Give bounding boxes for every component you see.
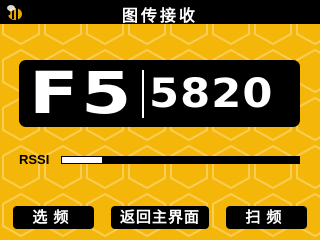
channel-readout: F5 xyxy=(29,59,134,127)
rssi-label: RSSI xyxy=(19,152,50,167)
select-channel-button[interactable]: 选频 xyxy=(13,206,94,229)
receiver-screen: 图传接收 F5 5820 RSSI 选频 返回主界面 扫频 xyxy=(0,0,320,240)
page-title: 图传接收 xyxy=(121,6,198,25)
scan-button[interactable]: 扫频 xyxy=(226,206,307,229)
return-home-button[interactable]: 返回主界面 xyxy=(111,206,209,229)
rssi-level xyxy=(62,157,102,163)
frequency-display: F5 5820 xyxy=(19,60,300,127)
readout-divider xyxy=(142,70,144,118)
rssi-bar xyxy=(61,156,300,164)
title-bar: 图传接收 xyxy=(0,0,320,25)
frequency-readout: 5820 xyxy=(149,71,274,117)
